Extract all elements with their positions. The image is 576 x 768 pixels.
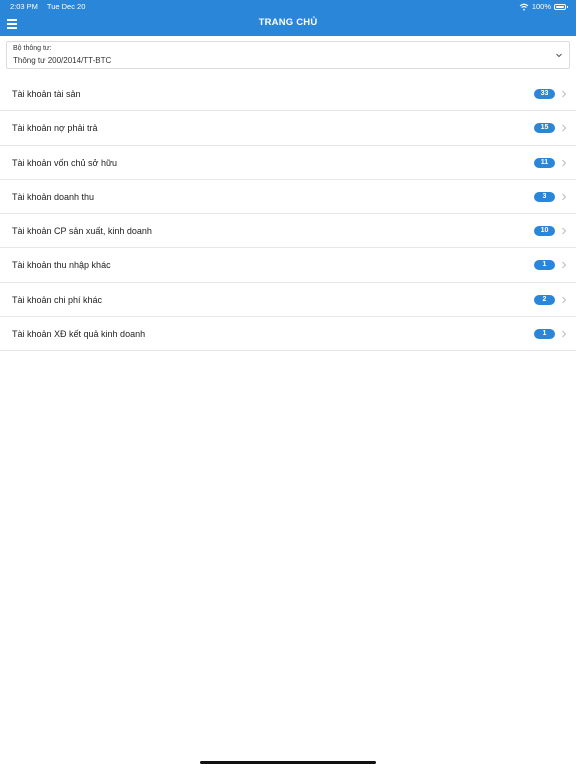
count-badge: 33 bbox=[534, 89, 555, 99]
account-label: Tài khoản doanh thu bbox=[12, 191, 95, 202]
account-row-business-results[interactable]: Tài khoản XĐ kết quả kinh doanh 1 bbox=[0, 317, 576, 352]
page-title: TRANG CHỦ bbox=[258, 17, 318, 28]
chevron-down-icon bbox=[556, 53, 562, 58]
wifi-icon bbox=[519, 3, 529, 10]
chevron-right-icon bbox=[562, 262, 567, 269]
chevron-right-icon bbox=[562, 296, 567, 304]
count-badge: 10 bbox=[534, 226, 555, 237]
account-row-liabilities[interactable]: Tài khoản nợ phải trả 15 bbox=[0, 111, 576, 146]
status-time: 2:03 PM bbox=[10, 2, 38, 11]
count-badge: 11 bbox=[534, 157, 555, 168]
account-row-assets[interactable]: Tài khoản tài sản 33 bbox=[0, 77, 576, 112]
count-badge: 3 bbox=[534, 191, 555, 202]
account-label: Tài khoản XĐ kết quả kinh doanh bbox=[12, 329, 146, 340]
account-label: Tài khoản nợ phải trả bbox=[12, 123, 98, 134]
chevron-right-icon bbox=[562, 227, 567, 235]
count-badge: 1 bbox=[534, 260, 555, 271]
status-date: Tue Dec 20 bbox=[46, 2, 86, 11]
account-label: Tài khoản tài sản bbox=[12, 89, 81, 99]
account-label: Tài khoản thu nhập khác bbox=[12, 260, 111, 271]
account-label: Tài khoản vốn chủ sở hữu bbox=[12, 157, 117, 168]
account-list: Tài khoản tài sản 33 Tài khoản nợ phải t… bbox=[0, 77, 576, 352]
status-bar: 2:03 PM Tue Dec 20 100% bbox=[0, 0, 576, 13]
account-row-other-expenses[interactable]: Tài khoản chi phí khác 2 bbox=[0, 283, 576, 318]
chevron-right-icon bbox=[562, 159, 567, 166]
chevron-right-icon bbox=[562, 90, 567, 98]
selector-label: Bộ thông tư: bbox=[13, 45, 52, 52]
account-row-production-costs[interactable]: Tài khoản CP sản xuất, kinh doanh 10 bbox=[0, 214, 576, 249]
account-row-revenue[interactable]: Tài khoản doanh thu 3 bbox=[0, 180, 576, 215]
chevron-right-icon bbox=[562, 193, 567, 201]
battery-icon bbox=[554, 3, 568, 10]
circular-selector[interactable]: Bộ thông tư: Thông tư 200/2014/TT-BTC bbox=[6, 41, 570, 69]
account-label: Tài khoản CP sản xuất, kinh doanh bbox=[12, 226, 152, 237]
account-row-equity[interactable]: Tài khoản vốn chủ sở hữu 11 bbox=[0, 146, 576, 180]
app-header: 2:03 PM Tue Dec 20 100% TRANG CHỦ bbox=[0, 0, 576, 36]
chevron-right-icon bbox=[562, 330, 567, 338]
account-label: Tài khoản chi phí khác bbox=[12, 294, 103, 305]
count-badge: 2 bbox=[534, 294, 555, 305]
count-badge: 15 bbox=[534, 123, 555, 134]
battery-percent: 100% bbox=[531, 2, 551, 11]
nav-bar: TRANG CHỦ bbox=[0, 13, 576, 36]
account-row-other-income[interactable]: Tài khoản thu nhập khác 1 bbox=[0, 248, 576, 283]
count-badge: 1 bbox=[534, 329, 555, 340]
selector-value: Thông tư 200/2014/TT-BTC bbox=[13, 56, 112, 65]
home-indicator[interactable] bbox=[200, 761, 376, 764]
chevron-right-icon bbox=[562, 124, 567, 132]
